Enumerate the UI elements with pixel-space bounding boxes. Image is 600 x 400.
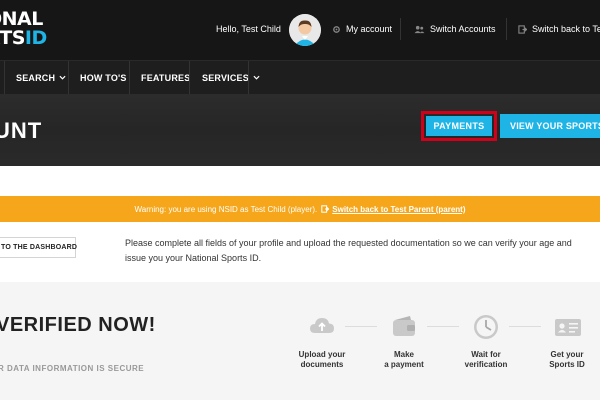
chevron-down-icon (59, 75, 66, 80)
header-divider (400, 18, 401, 40)
wallet-icon (393, 316, 415, 336)
step-label-payment: Make a payment (384, 350, 424, 369)
step-label-verification: Wait for verification (464, 350, 508, 369)
gear-icon (333, 25, 340, 33)
nav-divider (189, 61, 190, 94)
site-logo[interactable]: ONAL RTSID (0, 10, 47, 48)
nav-item-features[interactable]: FEATURES (141, 61, 190, 94)
verification-section: VERIFIED NOW! R DATA INFORMATION IS SECU… (0, 282, 600, 400)
switch-icon (321, 205, 330, 213)
step-connector (345, 326, 377, 327)
users-icon (414, 25, 425, 33)
switch-back-link[interactable]: Switch back to Test (518, 24, 600, 34)
view-sports-id-button[interactable]: VIEW YOUR SPORTS ID (500, 114, 600, 138)
verification-subtitle: R DATA INFORMATION IS SECURE (0, 364, 145, 373)
switch-back-parent-link[interactable]: Switch back to Test Parent (parent) (321, 205, 465, 214)
switch-accounts-link[interactable]: Switch Accounts (414, 24, 496, 34)
page-title: UNT (0, 118, 43, 143)
avatar[interactable] (289, 14, 321, 46)
header-divider (506, 18, 507, 40)
clock-icon (474, 315, 498, 339)
page-hero: UNT PAYMENTS VIEW YOUR SPORTS ID (0, 94, 600, 166)
step-connector (509, 326, 541, 327)
warning-text: Warning: you are using NSID as Test Chil… (134, 204, 318, 214)
step-connector (427, 326, 459, 327)
back-to-dashboard-button[interactable]: TO THE DASHBOARD (0, 237, 77, 258)
user-avatar-icon (289, 14, 321, 46)
nav-divider (248, 61, 249, 94)
logo-line-2: RTSID (0, 27, 47, 49)
nav-item-how-tos[interactable]: HOW TO'S (80, 61, 127, 94)
my-account-link[interactable]: My account (332, 24, 392, 34)
cloud-upload-icon (310, 318, 334, 333)
top-header: ONAL RTSID Hello, Test Child My account … (0, 0, 600, 60)
payments-highlight: PAYMENTS (421, 111, 497, 141)
nav-divider (4, 61, 5, 94)
nav-divider (129, 61, 130, 94)
warning-banner: Warning: you are using NSID as Test Chil… (0, 196, 600, 222)
chevron-down-icon (253, 75, 260, 80)
user-greeting: Hello, Test Child (216, 24, 281, 34)
nav-item-search[interactable]: SEARCH (16, 61, 66, 94)
payments-button[interactable]: PAYMENTS (426, 116, 492, 136)
main-navigation: SEARCH HOW TO'S FEATURES SERVICES (0, 60, 600, 94)
verification-title: VERIFIED NOW! (0, 314, 156, 336)
step-label-upload: Upload your documents (298, 350, 346, 369)
id-card-icon (555, 319, 581, 336)
step-label-sports-id: Get your Sports ID (549, 350, 585, 369)
nav-item-services[interactable]: SERVICES (202, 61, 260, 94)
nav-divider (68, 61, 69, 94)
profile-info-text: Please complete all fields of your profi… (125, 238, 572, 263)
switch-icon (518, 24, 527, 34)
